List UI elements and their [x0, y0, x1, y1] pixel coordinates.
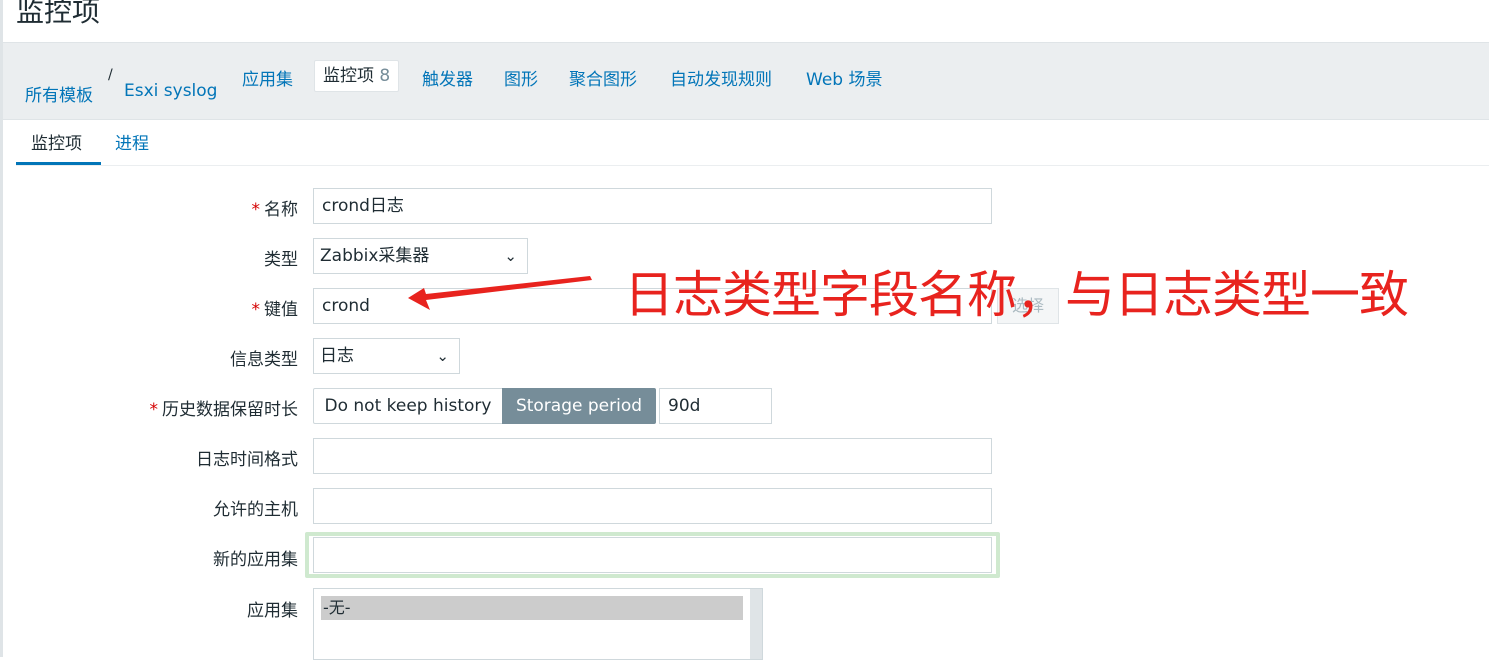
applications-listbox[interactable]: -无- [313, 588, 763, 660]
allowed-hosts-label: 允许的主机 [213, 500, 298, 520]
nav-items-label: 监控项 [323, 66, 374, 86]
value-type-select[interactable]: 日志 ⌄ [313, 338, 460, 374]
nav-web-scenarios[interactable]: Web 场景 [806, 65, 882, 90]
value-type-label: 信息类型 [230, 350, 298, 370]
nav-screens[interactable]: 聚合图形 [569, 65, 637, 90]
nav-applications[interactable]: 应用集 [242, 65, 293, 90]
nav-items-active[interactable]: 监控项 8 [314, 60, 400, 92]
name-label: * 名称 [251, 200, 299, 220]
chevron-down-icon: ⌄ [436, 347, 449, 365]
required-mark: * [149, 400, 159, 420]
key-label: * 键值 [251, 300, 299, 320]
breadcrumb-separator: / [108, 67, 113, 83]
new-application-label: 新的应用集 [213, 550, 298, 570]
type-select[interactable]: Zabbix采集器 ⌄ [313, 238, 528, 274]
header-nav: 所有模板 / Esxi syslog 应用集 监控项 8 触发器 图形 聚合图形… [3, 42, 1489, 120]
breadcrumb-all-templates[interactable]: 所有模板 [25, 81, 93, 106]
nav-items-count: 8 [379, 66, 391, 86]
log-time-format-label: 日志时间格式 [196, 450, 298, 470]
history-do-not-keep-option[interactable]: Do not keep history [313, 388, 503, 424]
chevron-down-icon: ⌄ [504, 247, 517, 265]
applications-option-none[interactable]: -无- [321, 596, 743, 620]
annotation-arrow [408, 276, 592, 310]
tab-item[interactable]: 监控项 [31, 129, 82, 154]
type-label: 类型 [264, 250, 298, 270]
page-title: 监控项 [16, 0, 101, 28]
nav-graphs[interactable]: 图形 [504, 65, 538, 90]
history-storage-period-option[interactable]: Storage period [502, 388, 656, 424]
history-period-input[interactable]: 90d [659, 388, 772, 424]
tab-process[interactable]: 进程 [115, 129, 149, 154]
required-mark: * [251, 200, 261, 220]
history-label: * 历史数据保留时长 [149, 400, 299, 420]
type-select-value: Zabbix采集器 [320, 246, 430, 266]
name-input[interactable]: crond日志 [313, 188, 992, 224]
form-tabs: 监控项 进程 [16, 119, 1489, 166]
annotation-text: 日志类型字段名称，与日志类型一致 [624, 266, 1409, 324]
value-type-select-value: 日志 [320, 346, 354, 366]
allowed-hosts-input[interactable] [313, 488, 992, 524]
nav-triggers[interactable]: 触发器 [422, 65, 473, 90]
new-application-input[interactable] [313, 537, 992, 573]
applications-label: 应用集 [247, 601, 298, 621]
required-mark: * [251, 300, 261, 320]
tab-active-indicator [16, 162, 101, 165]
breadcrumb-template[interactable]: Esxi syslog [124, 81, 217, 101]
nav-discovery-rules[interactable]: 自动发现规则 [670, 65, 772, 90]
log-time-format-input[interactable] [313, 438, 992, 474]
listbox-scrollbar[interactable] [750, 589, 762, 659]
